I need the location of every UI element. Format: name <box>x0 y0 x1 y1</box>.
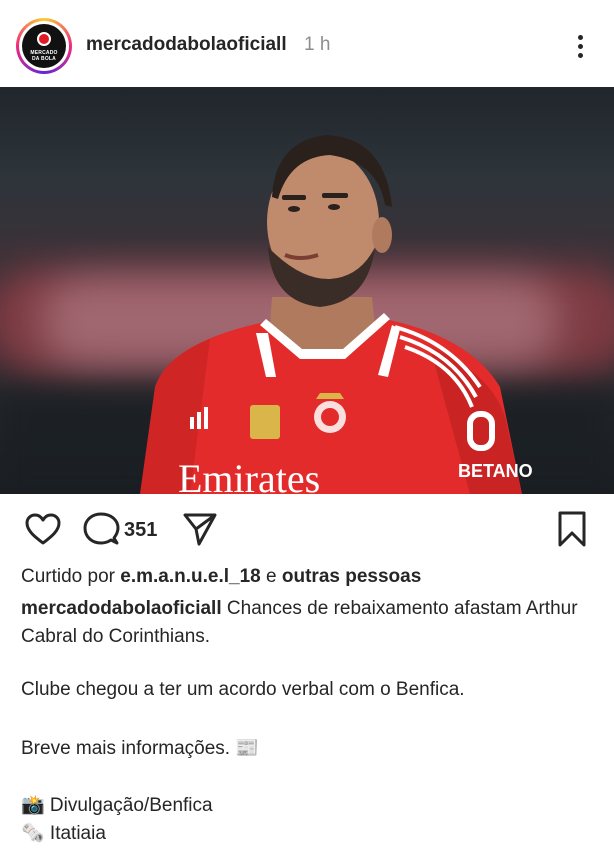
comment-bubble-icon[interactable] <box>82 511 120 547</box>
post-photo[interactable]: Emirates BETANO <box>0 87 614 494</box>
post-time: 1 h <box>304 34 331 55</box>
likes-line: Curtido por e.m.a.n.u.e.l_18 e outras pe… <box>21 566 422 587</box>
football-logo-icon <box>37 32 51 46</box>
liked-by-username[interactable]: e.m.a.n.u.e.l_18 <box>120 566 260 587</box>
shirt-sponsor-text: Emirates <box>178 456 320 494</box>
avatar[interactable]: MERCADO DA BOLA <box>22 24 66 68</box>
sleeve-sponsor-text: BETANO <box>458 461 533 481</box>
story-ring[interactable]: MERCADO DA BOLA <box>16 18 72 74</box>
heart-icon[interactable] <box>24 512 62 546</box>
comments-count[interactable]: 351 <box>124 519 157 542</box>
player-figure: Emirates BETANO <box>140 135 533 494</box>
source-credit: 🗞️ Itatiaia <box>21 823 106 844</box>
caption-paragraph-2: Clube chegou a ter um acordo verbal com … <box>21 679 465 700</box>
caption-username[interactable]: mercadodabolaoficiall <box>21 598 222 619</box>
send-paper-plane-icon[interactable] <box>182 511 218 547</box>
avatar-logo-text: MERCADO DA BOLA <box>30 50 58 62</box>
post-header: MERCADO DA BOLA mercadodabolaoficiall 1 … <box>0 0 614 90</box>
post-username[interactable]: mercadodabolaoficiall <box>86 34 287 56</box>
action-bar <box>0 494 614 558</box>
more-options-icon[interactable] <box>566 32 594 62</box>
caption-paragraph-3: Breve mais informações. 📰 <box>21 738 260 759</box>
post-caption: mercadodabolaoficiall Chances de rebaixa… <box>21 595 601 651</box>
photo-credit: 📸 Divulgação/Benfica <box>21 795 213 816</box>
liked-by-others[interactable]: outras pessoas <box>282 566 421 587</box>
bookmark-icon[interactable] <box>556 510 588 548</box>
